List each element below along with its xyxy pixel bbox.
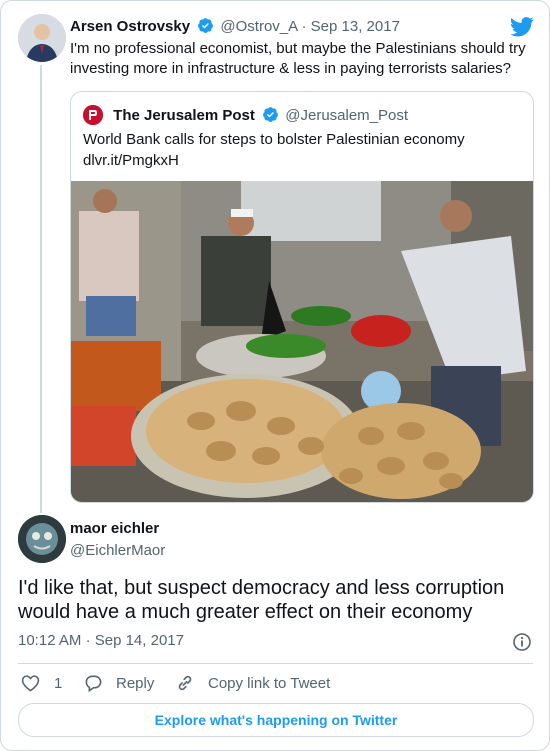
reply-author-handle[interactable]: @EichlerMaor (70, 542, 165, 559)
heart-icon (21, 675, 40, 692)
info-icon[interactable] (512, 632, 532, 652)
thread-connector-line (40, 65, 42, 513)
embedded-tweet-card: Arsen Ostrovsky @Ostrov_A · Sep 13, 2017… (0, 0, 550, 751)
copy-link-button[interactable]: Copy link to Tweet (175, 674, 330, 692)
author-handle[interactable]: @Ostrov_A (220, 18, 297, 35)
market-photo[interactable] (71, 181, 533, 502)
quoted-author-name: The Jerusalem Post (113, 107, 255, 124)
twitter-bird-icon[interactable] (510, 17, 534, 37)
timestamp-separator: · (85, 632, 91, 649)
author-name[interactable]: Arsen Ostrovsky (70, 18, 190, 35)
verified-badge-icon (197, 17, 214, 38)
tweet-header: Arsen Ostrovsky @Ostrov_A · Sep 13, 2017 (70, 17, 400, 38)
reply-author-name[interactable]: maor eichler (70, 520, 159, 537)
link-icon (178, 675, 192, 691)
quoted-link[interactable]: dlvr.it/PmgkxH (83, 150, 513, 171)
quoted-verified-badge-icon (262, 106, 279, 127)
reply-timestamp[interactable]: 10:12 AM · Sep 14, 2017 (18, 632, 184, 649)
reply-label: Reply (116, 674, 155, 692)
quoted-tweet[interactable]: The Jerusalem Post @Jerusalem_Post World… (70, 91, 534, 503)
author-avatar[interactable] (18, 14, 66, 62)
reply-date: Sep 14, 2017 (94, 632, 184, 649)
quoted-tweet-text: World Bank calls for steps to bolster Pa… (83, 129, 513, 171)
quoted-author-avatar (83, 105, 103, 125)
like-button[interactable]: 1 (21, 674, 62, 692)
reply-time: 10:12 AM (18, 632, 82, 649)
reply-author-avatar[interactable] (18, 515, 66, 563)
quoted-headline: World Bank calls for steps to bolster Pa… (83, 131, 465, 148)
like-count: 1 (54, 674, 63, 692)
tweet-text: I'm no professional economist, but maybe… (70, 40, 526, 77)
reply-button[interactable]: Reply (84, 674, 154, 692)
explore-twitter-button[interactable]: Explore what's happening on Twitter (18, 703, 534, 737)
reply-bubble-icon (85, 675, 102, 692)
reply-text: I'd like that, but suspect democracy and… (18, 577, 505, 623)
tweet-date[interactable]: Sep 13, 2017 (311, 18, 400, 35)
header-separator: · (301, 18, 307, 35)
copy-link-label: Copy link to Tweet (208, 674, 331, 692)
quoted-tweet-header: The Jerusalem Post @Jerusalem_Post (83, 105, 408, 127)
actions-divider (18, 663, 533, 664)
quoted-author-handle: @Jerusalem_Post (285, 107, 409, 124)
